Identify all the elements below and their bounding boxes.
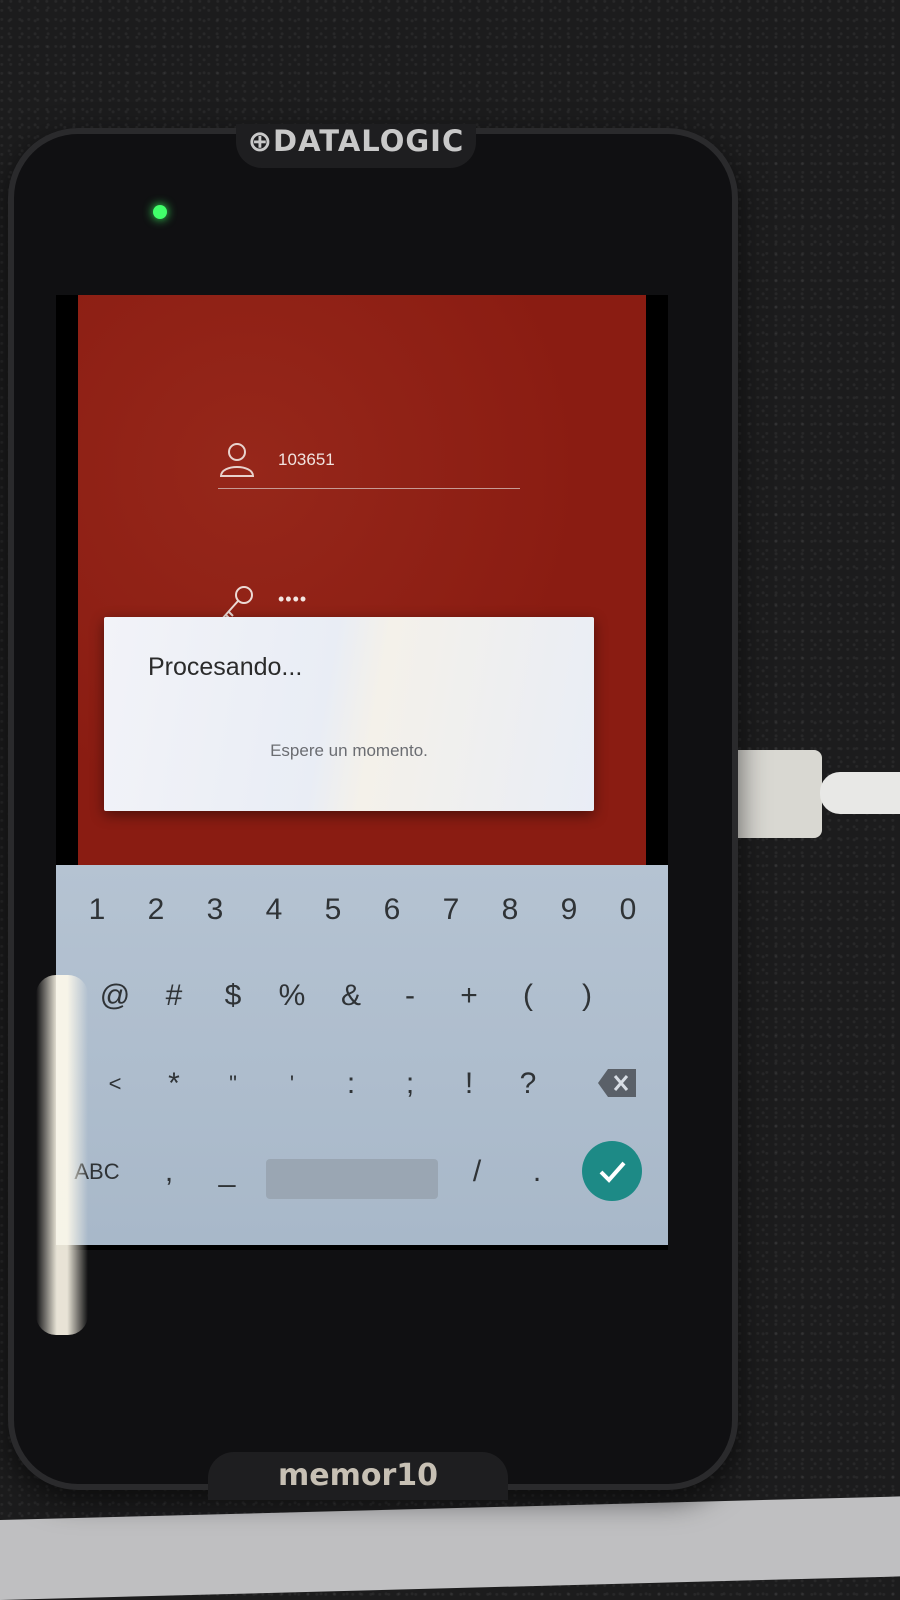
key[interactable]: 7 <box>422 879 480 941</box>
check-icon <box>599 1161 626 1183</box>
key[interactable]: 4 <box>245 879 303 941</box>
key[interactable]: 3 <box>186 879 244 941</box>
key[interactable]: " <box>204 1053 262 1115</box>
user-icon <box>219 443 255 477</box>
key[interactable]: % <box>263 965 321 1027</box>
key[interactable]: ; <box>381 1053 439 1115</box>
key[interactable]: + <box>440 965 498 1027</box>
key[interactable]: ' <box>263 1053 321 1115</box>
keyboard-row-numbers: 1 2 3 4 5 6 7 8 9 0 <box>68 879 658 949</box>
key[interactable]: _ <box>198 1141 256 1203</box>
spacebar[interactable] <box>266 1159 438 1199</box>
key[interactable]: 8 <box>481 879 539 941</box>
key[interactable]: . <box>508 1141 566 1203</box>
status-led <box>153 205 167 219</box>
key[interactable]: 1 <box>68 879 126 941</box>
device-screen: 103651 •••• Procesando... Espere un mome… <box>56 295 668 1250</box>
keyboard-row-symbols-2: < * " ' : ; ! ? <box>68 1053 658 1123</box>
symbol-keyboard: 1 2 3 4 5 6 7 8 9 0 @ # $ % & - + ( ) < … <box>56 865 668 1245</box>
key[interactable]: 5 <box>304 879 362 941</box>
key[interactable]: 6 <box>363 879 421 941</box>
password-value: •••• <box>278 589 308 609</box>
key[interactable]: , <box>140 1141 198 1203</box>
dialog-message: Espere un momento. <box>270 741 428 760</box>
usb-cable <box>820 772 900 814</box>
enter-key[interactable] <box>582 1141 642 1201</box>
key[interactable]: ? <box>499 1053 557 1115</box>
key[interactable]: * <box>145 1053 203 1115</box>
key[interactable]: 2 <box>127 879 185 941</box>
keyboard-row-bottom: ABC , _ / . <box>68 1141 658 1211</box>
username-field[interactable]: 103651 <box>218 440 520 489</box>
key[interactable]: : <box>322 1053 380 1115</box>
key[interactable]: @ <box>86 965 144 1027</box>
screen-glare <box>36 975 88 1335</box>
key[interactable]: & <box>322 965 380 1027</box>
key[interactable]: < <box>86 1053 144 1115</box>
username-value: 103651 <box>278 450 335 469</box>
key[interactable]: 9 <box>540 879 598 941</box>
keyboard-row-symbols-1: @ # $ % & - + ( ) <box>68 965 658 1035</box>
brand-logo-top: ⊕DATALOGIC <box>236 124 476 168</box>
key[interactable]: ! <box>440 1053 498 1115</box>
backspace-icon[interactable] <box>596 1061 640 1105</box>
key[interactable]: / <box>448 1141 506 1203</box>
key[interactable]: - <box>381 965 439 1027</box>
dialog-title: Procesando... <box>148 653 303 681</box>
navigation-bar <box>56 1245 668 1250</box>
key[interactable]: ( <box>499 965 557 1027</box>
brand-logo-bottom: memor10 <box>208 1452 508 1500</box>
key[interactable]: ) <box>558 965 616 1027</box>
key[interactable]: 0 <box>599 879 657 941</box>
processing-dialog: Procesando... Espere un momento. <box>104 617 594 811</box>
table-surface <box>0 1496 900 1600</box>
key[interactable]: $ <box>204 965 262 1027</box>
key[interactable]: # <box>145 965 203 1027</box>
